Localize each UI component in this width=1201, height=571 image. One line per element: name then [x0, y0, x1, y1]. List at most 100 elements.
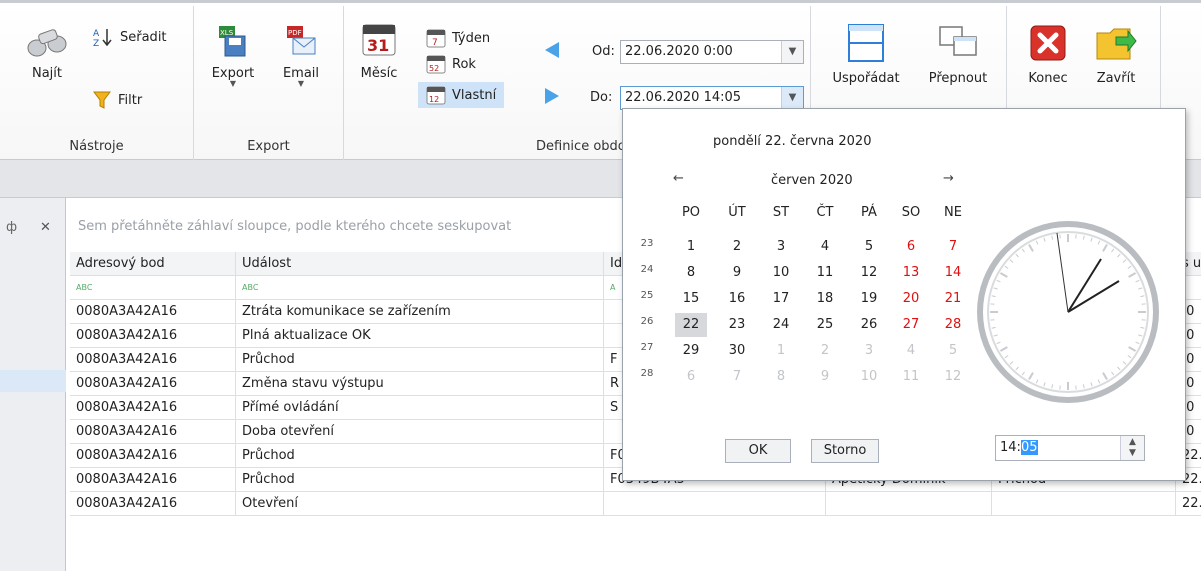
filter-cell[interactable]: ABC: [236, 276, 604, 300]
calendar-day[interactable]: 29: [675, 339, 707, 363]
calendar-day[interactable]: 26: [853, 313, 885, 337]
calendar-day-selected[interactable]: 22: [675, 313, 707, 337]
table-cell[interactable]: 0080A3A42A16: [70, 468, 236, 492]
calendar-day[interactable]: 17: [765, 287, 797, 311]
calendar-day[interactable]: 24: [765, 313, 797, 337]
table-cell[interactable]: Doba otevření: [236, 420, 604, 444]
calendar-day[interactable]: 12: [937, 365, 969, 389]
table-cell[interactable]: 22.0: [1176, 492, 1201, 516]
table-cell[interactable]: [992, 492, 1176, 516]
table-cell[interactable]: Průchod: [236, 468, 604, 492]
chevron-down-icon[interactable]: ▼: [781, 41, 803, 63]
vlastni-button[interactable]: 12 Vlastní: [418, 82, 505, 108]
calendar-day[interactable]: 21: [937, 287, 969, 311]
rok-button[interactable]: 52 Rok: [426, 54, 476, 74]
mesic-button[interactable]: 31 Měsíc: [354, 20, 404, 81]
table-cell[interactable]: 0080A3A42A16: [70, 444, 236, 468]
time-input[interactable]: 14: 05 ▲ ▼: [995, 435, 1145, 461]
calendar-day[interactable]: 2: [809, 339, 841, 363]
konec-button[interactable]: Konec: [1020, 23, 1076, 86]
calendar-day[interactable]: 3: [765, 235, 797, 259]
od-date-field[interactable]: 22.06.2020 0:00 ▼: [620, 40, 804, 64]
left-panel-selected-row[interactable]: [0, 370, 66, 392]
table-cell[interactable]: [604, 492, 826, 516]
calendar-day[interactable]: 28: [937, 313, 969, 337]
do-date-field[interactable]: 22.06.2020 14:05 ▼: [620, 86, 804, 110]
calendar-day[interactable]: 30: [721, 339, 753, 363]
chevron-down-icon[interactable]: ▼: [781, 87, 803, 109]
calendar-day[interactable]: 16: [721, 287, 753, 311]
table-cell[interactable]: Plná aktualizace OK: [236, 324, 604, 348]
table-cell[interactable]: 0080A3A42A16: [70, 396, 236, 420]
filter-cell[interactable]: ABC: [70, 276, 236, 300]
calendar-day[interactable]: 10: [765, 261, 797, 285]
table-cell[interactable]: Změna stavu výstupu: [236, 372, 604, 396]
column-header[interactable]: Adresový bod: [70, 252, 236, 276]
calendar-day[interactable]: 25: [809, 313, 841, 337]
najit-button[interactable]: Najít: [20, 26, 74, 81]
table-row[interactable]: 0080A3A42A16Otevření 22.0: [70, 492, 1201, 516]
table-cell[interactable]: Otevření: [236, 492, 604, 516]
calendar-day[interactable]: 3: [853, 339, 885, 363]
calendar-day[interactable]: 9: [721, 261, 753, 285]
calendar-day[interactable]: 2: [721, 235, 753, 259]
prepnout-button[interactable]: Přepnout: [918, 23, 998, 86]
table-cell[interactable]: 0080A3A42A16: [70, 324, 236, 348]
table-cell[interactable]: Průchod: [236, 444, 604, 468]
calendar-day[interactable]: 23: [721, 313, 753, 337]
table-cell[interactable]: 0080A3A42A16: [70, 372, 236, 396]
time-spinner[interactable]: ▲ ▼: [1120, 436, 1144, 460]
tyden-button[interactable]: 7 Týden: [426, 28, 490, 48]
pin-icon[interactable]: ф: [6, 220, 17, 235]
calendar-day[interactable]: 1: [675, 235, 707, 259]
table-cell[interactable]: Ztráta komunikace se zařízením: [236, 300, 604, 324]
calendar-day[interactable]: 18: [809, 287, 841, 311]
calendar-day[interactable]: 15: [675, 287, 707, 311]
calendar-day[interactable]: 10: [853, 365, 885, 389]
table-cell[interactable]: Průchod: [236, 348, 604, 372]
table-cell[interactable]: 0080A3A42A16: [70, 420, 236, 444]
next-month-icon[interactable]: →: [943, 171, 954, 186]
calendar-day[interactable]: 13: [895, 261, 927, 285]
filtr-button[interactable]: Filtr: [92, 90, 142, 110]
calendar-day[interactable]: 11: [809, 261, 841, 285]
email-button[interactable]: PDF Email ▼: [272, 24, 330, 88]
zavrit-button[interactable]: Zavřít: [1088, 23, 1144, 86]
calendar-day[interactable]: 5: [853, 235, 885, 259]
usporadat-button[interactable]: Uspořádat: [828, 23, 904, 86]
calendar-day[interactable]: 19: [853, 287, 885, 311]
calendar-day[interactable]: 7: [721, 365, 753, 389]
cancel-button[interactable]: Storno: [811, 439, 879, 463]
calendar-day[interactable]: 9: [809, 365, 841, 389]
calendar-day[interactable]: 14: [937, 261, 969, 285]
column-header[interactable]: Událost: [236, 252, 604, 276]
calendar-day[interactable]: 11: [895, 365, 927, 389]
calendar-day[interactable]: 20: [895, 287, 927, 311]
export-button[interactable]: XLS Export ▼: [204, 24, 262, 88]
calendar-day[interactable]: 6: [675, 365, 707, 389]
next-period-button[interactable]: [540, 86, 564, 110]
close-icon[interactable]: ✕: [40, 220, 51, 235]
calendar-day[interactable]: 8: [675, 261, 707, 285]
calendar-day[interactable]: 6: [895, 235, 927, 259]
week-number: 25: [640, 290, 654, 301]
od-date-value: 22.06.2020 0:00: [625, 44, 733, 59]
calendar-day[interactable]: 12: [853, 261, 885, 285]
prev-month-icon[interactable]: ←: [673, 171, 684, 186]
table-cell[interactable]: 0080A3A42A16: [70, 348, 236, 372]
calendar-day[interactable]: 4: [895, 339, 927, 363]
group-label-nastroje: Nástroje: [69, 139, 124, 154]
table-cell[interactable]: Přímé ovládání: [236, 396, 604, 420]
table-cell[interactable]: 0080A3A42A16: [70, 492, 236, 516]
seradit-button[interactable]: A Z Seřadit: [92, 26, 167, 48]
prev-period-button[interactable]: [540, 40, 564, 64]
calendar-day[interactable]: 27: [895, 313, 927, 337]
calendar-day[interactable]: 4: [809, 235, 841, 259]
table-cell[interactable]: 0080A3A42A16: [70, 300, 236, 324]
calendar-day[interactable]: 5: [937, 339, 969, 363]
table-cell[interactable]: [826, 492, 992, 516]
calendar-day[interactable]: 7: [937, 235, 969, 259]
calendar-day[interactable]: 8: [765, 365, 797, 389]
calendar-day[interactable]: 1: [765, 339, 797, 363]
ok-button[interactable]: OK: [725, 439, 791, 463]
